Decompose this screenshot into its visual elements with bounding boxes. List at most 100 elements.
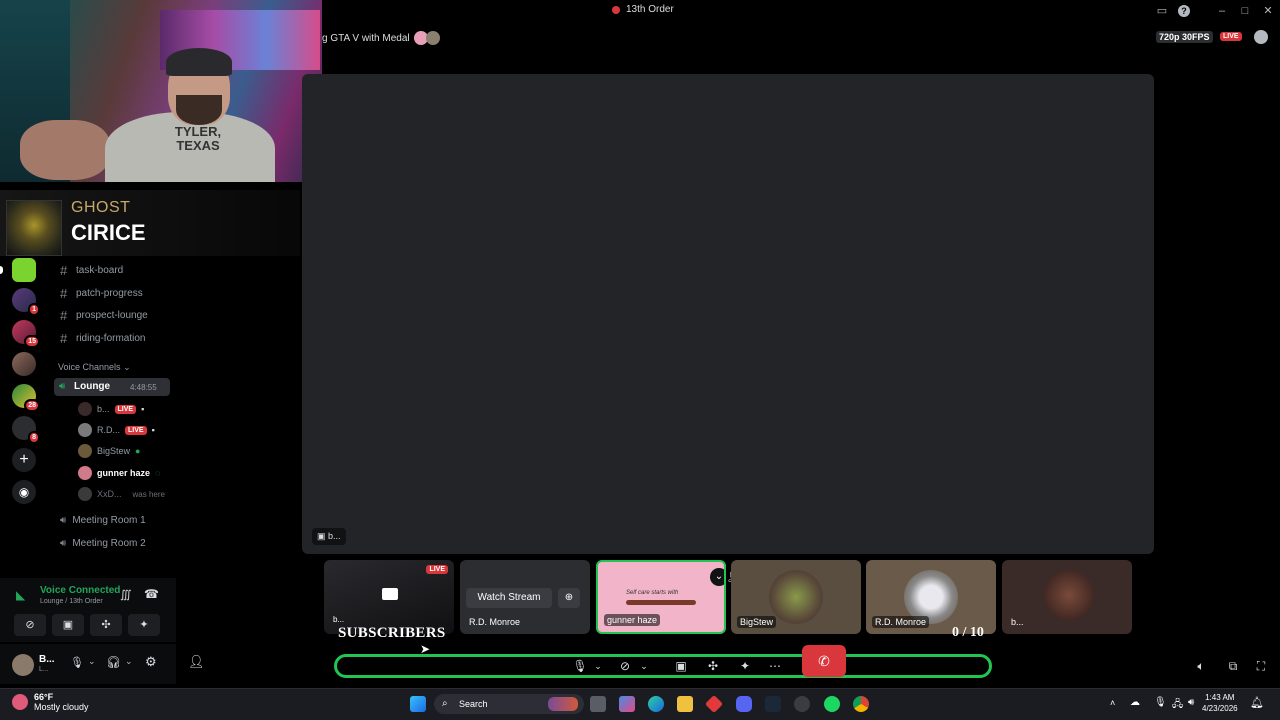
screen-share-icon[interactable]: ▣ <box>672 654 690 678</box>
chevron-down-icon[interactable]: ⌄ <box>592 654 604 678</box>
tray-chevron-icon[interactable]: ˄ <box>1110 698 1115 708</box>
camera-off-button[interactable]: ⊘ <box>14 614 46 636</box>
channel-name: task-board <box>76 265 124 276</box>
headphones-icon[interactable]: 🎧︎ <box>106 655 121 669</box>
obs-icon[interactable] <box>794 696 810 712</box>
voice-user[interactable]: XxD... was here <box>78 486 165 502</box>
windows-start-icon[interactable] <box>410 696 426 712</box>
activities-icon[interactable]: ✣ <box>704 654 722 678</box>
maximize-button[interactable]: □ <box>1237 3 1253 19</box>
server-icon[interactable]: 15 <box>12 320 40 348</box>
search-placeholder: Search <box>459 699 488 709</box>
signal-icon[interactable]: ◣ <box>16 588 25 602</box>
activity-icon: ● <box>135 446 141 456</box>
more-options-icon[interactable]: ⋯ <box>766 654 784 678</box>
add-server-icon[interactable]: + <box>12 448 36 472</box>
channel-riding-formation[interactable]: # riding-formation <box>60 331 145 346</box>
voice-status[interactable]: Voice Connected <box>40 585 120 596</box>
network-icon[interactable]: 🖧︎ <box>1172 697 1183 714</box>
noise-suppression-icon[interactable]: ∭ <box>120 588 132 601</box>
stream-header: g GTA V with Medal 720p 30FPS LIVE <box>300 24 1280 50</box>
fullscreen-icon[interactable]: ⛶ <box>1252 654 1270 678</box>
close-button[interactable]: ✕ <box>1260 3 1276 19</box>
chevron-down-icon: ⌄ <box>123 362 131 372</box>
chevron-down-icon[interactable]: ⌄ <box>710 568 724 586</box>
chevron-down-icon[interactable]: ⌄ <box>88 656 96 667</box>
voice-user[interactable]: gunner haze ◌ <box>78 465 160 481</box>
steam-icon[interactable] <box>765 696 781 712</box>
volume-tray-icon[interactable]: 🔊︎ <box>1188 697 1194 708</box>
subscriber-count: 0 / 10 <box>952 625 984 640</box>
server-icon[interactable]: 8 <box>12 416 40 444</box>
chevron-down-icon[interactable]: ⌄ <box>125 656 133 667</box>
mic-icon[interactable]: 🎙︎ <box>572 654 588 678</box>
popout-icon[interactable]: ⧉ <box>1224 654 1242 678</box>
chevron-down-icon[interactable]: ⌄ <box>638 654 650 678</box>
participant-tile[interactable]: LIVE b... <box>324 560 454 634</box>
camera-icon: ▪ <box>141 404 145 414</box>
file-explorer-icon[interactable] <box>677 696 693 712</box>
mic-tray-icon[interactable]: 🎙︎ <box>1154 697 1167 708</box>
settings-gear-icon[interactable]: ⚙ <box>145 654 157 670</box>
window-title: 13th Order <box>612 4 674 15</box>
taskbar-clock[interactable]: 1:43 AM 4/23/2026 <box>1202 692 1238 714</box>
voice-user[interactable]: R.D... LIVE ▪ <box>78 422 155 438</box>
chat-icon[interactable] <box>1254 30 1268 44</box>
chrome-icon[interactable] <box>853 696 869 712</box>
server-icon[interactable] <box>12 352 36 376</box>
participant-tile[interactable]: BigStew <box>731 560 861 634</box>
shirt-text: TYLER, TEXAS <box>174 124 222 153</box>
voice-user[interactable]: BigStew ● <box>78 443 140 459</box>
tile-name: gunner haze <box>604 614 661 626</box>
soundboard-button[interactable]: ✦ <box>128 614 160 636</box>
watch-stream-button[interactable]: Watch Stream <box>466 588 552 608</box>
server-icon[interactable] <box>12 258 36 282</box>
voice-channels-header[interactable]: Voice Channels ⌄ <box>58 362 131 373</box>
cloud-icon[interactable]: ☁ <box>1130 697 1140 708</box>
channel-task-board[interactable]: # task-board <box>60 263 123 278</box>
volume-icon[interactable]: 🔈︎ <box>1192 654 1210 678</box>
discover-icon[interactable]: ◉ <box>12 480 36 504</box>
voice-user-name: R.D... <box>97 425 121 435</box>
screen-share-button[interactable]: ▣ <box>52 614 84 636</box>
help-icon[interactable]: ? <box>1178 5 1190 17</box>
edge-icon[interactable] <box>648 696 664 712</box>
notifications-icon[interactable]: 🔔︎ <box>1250 696 1264 709</box>
camera-off-icon[interactable]: ⊘ <box>616 654 634 678</box>
end-call-button[interactable]: ✆ <box>802 645 846 677</box>
participant-tile[interactable]: Self care starts with ⌄ gunner haze <box>596 560 726 634</box>
server-icon[interactable]: 28 <box>12 384 40 412</box>
channel-patch-progress[interactable]: # patch-progress <box>60 286 143 301</box>
taskbar-search[interactable]: ⌕ Search <box>434 694 584 714</box>
channel-prospect-lounge[interactable]: # prospect-lounge <box>60 308 148 323</box>
stream-stage[interactable] <box>302 74 1154 554</box>
weather-widget[interactable]: 66°F Mostly cloudy <box>12 692 89 712</box>
avatar <box>769 570 823 624</box>
task-view-icon[interactable] <box>590 696 606 712</box>
participant-tile[interactable]: b... <box>1002 560 1132 634</box>
server-icon[interactable]: 1 <box>12 288 40 316</box>
copilot-icon[interactable] <box>619 696 635 712</box>
mic-icon[interactable]: 🎙︎ <box>70 656 84 669</box>
disconnect-icon[interactable]: ☎ <box>144 587 159 601</box>
discord-icon[interactable] <box>736 696 752 712</box>
viewer-avatar[interactable] <box>425 31 440 45</box>
participant-tile[interactable]: R.D. Monroe <box>866 560 996 634</box>
tile-art-text: Self care starts with <box>626 590 679 596</box>
voice-user[interactable]: b... LIVE ▪ <box>78 401 144 417</box>
voice-channel-lounge[interactable]: 🔊︎ Lounge 4:48:55 <box>54 378 170 396</box>
avatar[interactable] <box>12 654 34 676</box>
user-panel: B... L... 🎙︎ ⌄ 🎧︎ ⌄ ⚙ <box>0 644 176 684</box>
voice-channel-meeting-room-1[interactable]: 🔊︎ Meeting Room 1 <box>60 515 146 526</box>
invite-user-icon[interactable]: 👤︎ <box>188 654 205 670</box>
voice-location[interactable]: Lounge / 13th Order <box>40 598 103 605</box>
soundboard-icon[interactable]: ✦ <box>736 654 754 678</box>
activities-button[interactable]: ✣ <box>90 614 122 636</box>
participant-tile[interactable]: Watch Stream ⊕ R.D. Monroe <box>460 560 590 634</box>
inbox-icon[interactable]: ▭ <box>1154 3 1170 19</box>
voice-channel-meeting-room-2[interactable]: 🔊︎ Meeting Room 2 <box>60 538 146 549</box>
popout-icon[interactable]: ⊕ <box>558 588 580 608</box>
spotify-icon[interactable] <box>824 696 840 712</box>
minimize-button[interactable]: – <box>1214 3 1230 19</box>
username[interactable]: B... <box>39 654 55 665</box>
